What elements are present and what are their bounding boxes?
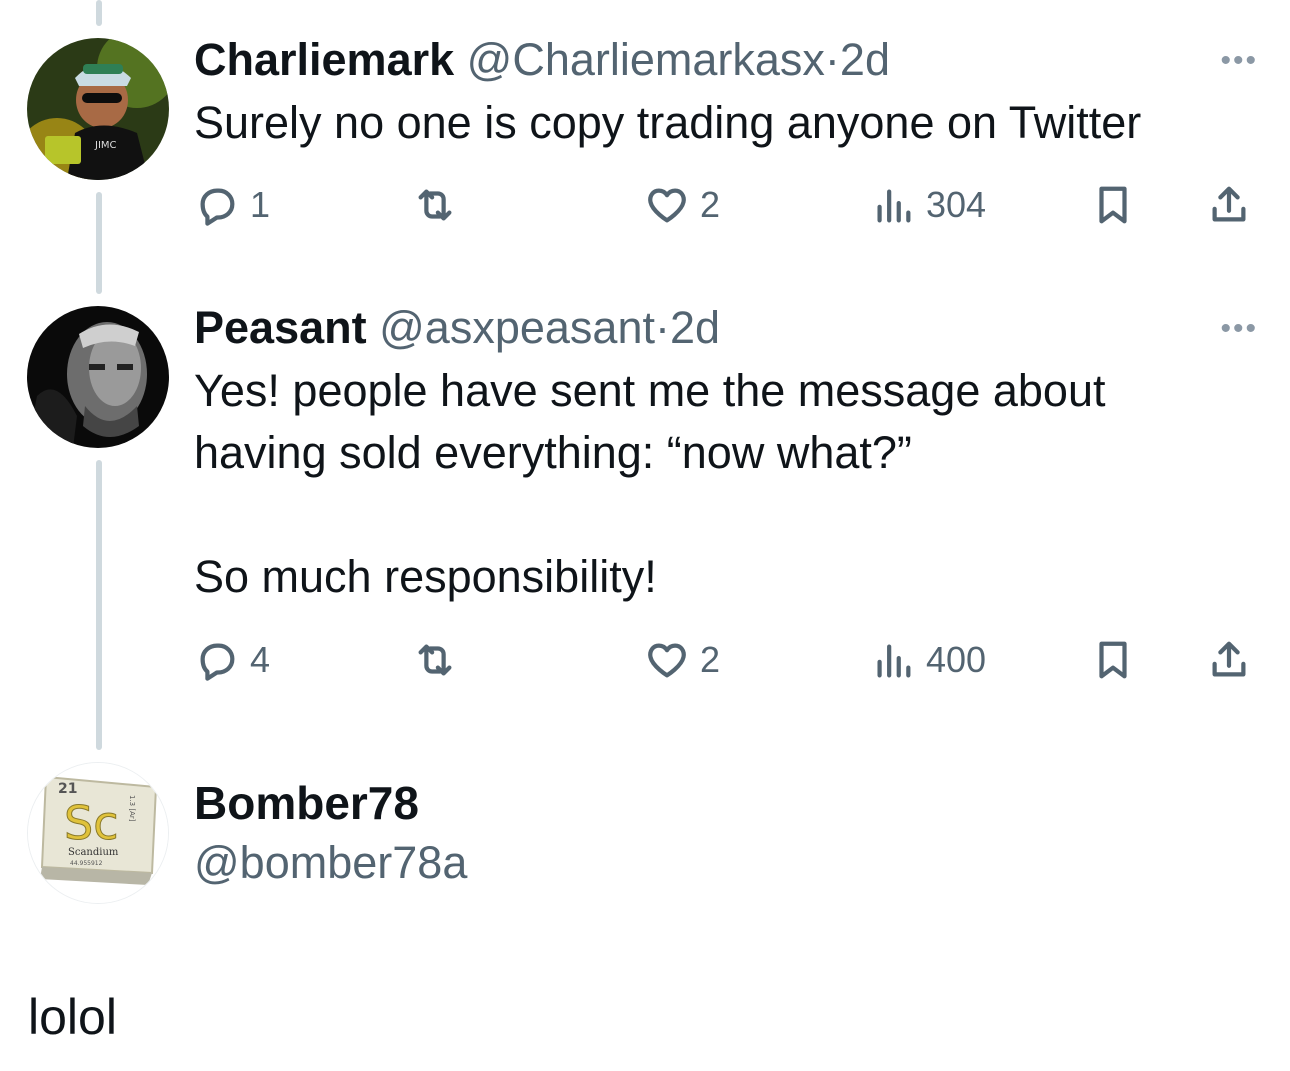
author-name[interactable]: Charliemark xyxy=(194,34,454,85)
thread-line-2 xyxy=(96,460,102,750)
thread-line-top xyxy=(96,0,102,26)
retweet-icon xyxy=(418,644,452,676)
tweet-header: Peasant @asxpeasant·2d xyxy=(194,300,1264,356)
more-icon[interactable]: ••• xyxy=(1220,46,1258,76)
thread-line-1 xyxy=(96,192,102,294)
tweet-actions: 4 2 400 xyxy=(194,635,1264,685)
bookmark-button[interactable] xyxy=(1090,180,1136,230)
timestamp[interactable]: 2d xyxy=(670,302,720,353)
reply-icon xyxy=(200,643,235,681)
reply-author-handle[interactable]: @bomber78a xyxy=(194,833,1264,893)
avatar[interactable]: 21 Sc Scandium 44.955912 1.3 [Ar] xyxy=(27,762,169,904)
like-icon xyxy=(648,643,686,678)
reply-author-block: Bomber78 @bomber78a xyxy=(194,773,1264,893)
avatar[interactable]: JIMC xyxy=(27,38,169,180)
views-icon xyxy=(877,644,911,678)
avatar[interactable] xyxy=(27,306,169,448)
retweet-button[interactable] xyxy=(412,180,458,230)
bookmark-button[interactable] xyxy=(1090,635,1136,685)
tweet-text-line: So much responsibility! xyxy=(194,551,657,602)
reply-author-name[interactable]: Bomber78 xyxy=(194,773,1264,833)
author-handle[interactable]: @Charliemarkasx xyxy=(467,34,825,85)
reply-button[interactable]: 1 xyxy=(194,180,270,230)
share-icon xyxy=(1212,186,1246,222)
like-button[interactable]: 2 xyxy=(644,180,720,230)
svg-text:JIMC: JIMC xyxy=(94,140,117,151)
like-count: 2 xyxy=(700,184,721,225)
retweet-button[interactable] xyxy=(412,635,458,685)
tweet-text: Yes! people have sent me the message abo… xyxy=(194,360,1264,608)
views-count: 304 xyxy=(926,184,987,225)
like-icon xyxy=(648,188,686,223)
separator-dot: · xyxy=(654,302,670,353)
tweet-text: Surely no one is copy trading anyone on … xyxy=(194,97,1142,148)
reply-count: 1 xyxy=(250,184,271,225)
views-button[interactable]: 304 xyxy=(870,180,986,230)
tweet-charliemark[interactable]: Charliemark @Charliemarkasx·2d ••• Surel… xyxy=(194,32,1264,154)
separator-dot: · xyxy=(824,34,840,85)
element-side-text: 1.3 [Ar] xyxy=(128,795,136,822)
tweet-actions: 1 2 304 xyxy=(194,180,1264,230)
timestamp[interactable]: 2d xyxy=(840,34,890,85)
reply-count: 4 xyxy=(250,639,271,680)
share-icon xyxy=(1212,641,1246,677)
like-button[interactable]: 2 xyxy=(644,635,720,685)
bookmark-icon xyxy=(1099,186,1127,224)
author-handle[interactable]: @asxpeasant xyxy=(379,302,655,353)
element-mass: 44.955912 xyxy=(70,860,103,867)
tweet-header: Charliemark @Charliemarkasx·2d xyxy=(194,32,1264,88)
tweet-text-line: having sold everything: “now what?” xyxy=(194,427,912,478)
element-symbol: Sc xyxy=(64,796,119,850)
reply-button[interactable]: 4 xyxy=(194,635,270,685)
share-button[interactable] xyxy=(1206,180,1252,230)
more-icon[interactable]: ••• xyxy=(1220,314,1258,344)
element-number: 21 xyxy=(58,781,77,797)
like-count: 2 xyxy=(700,639,721,680)
reply-text[interactable]: lolol xyxy=(28,988,117,1046)
element-name: Scandium xyxy=(68,847,119,858)
tweet-text-line: Yes! people have sent me the message abo… xyxy=(194,365,1106,416)
bookmark-icon xyxy=(1099,641,1127,679)
views-icon xyxy=(877,189,911,223)
reply-icon xyxy=(200,188,235,226)
views-button[interactable]: 400 xyxy=(870,635,986,685)
tweet-peasant[interactable]: Peasant @asxpeasant·2d ••• Yes! people h… xyxy=(194,300,1264,608)
retweet-icon xyxy=(418,189,452,221)
share-button[interactable] xyxy=(1206,635,1252,685)
author-name[interactable]: Peasant xyxy=(194,302,367,353)
views-count: 400 xyxy=(926,639,987,680)
